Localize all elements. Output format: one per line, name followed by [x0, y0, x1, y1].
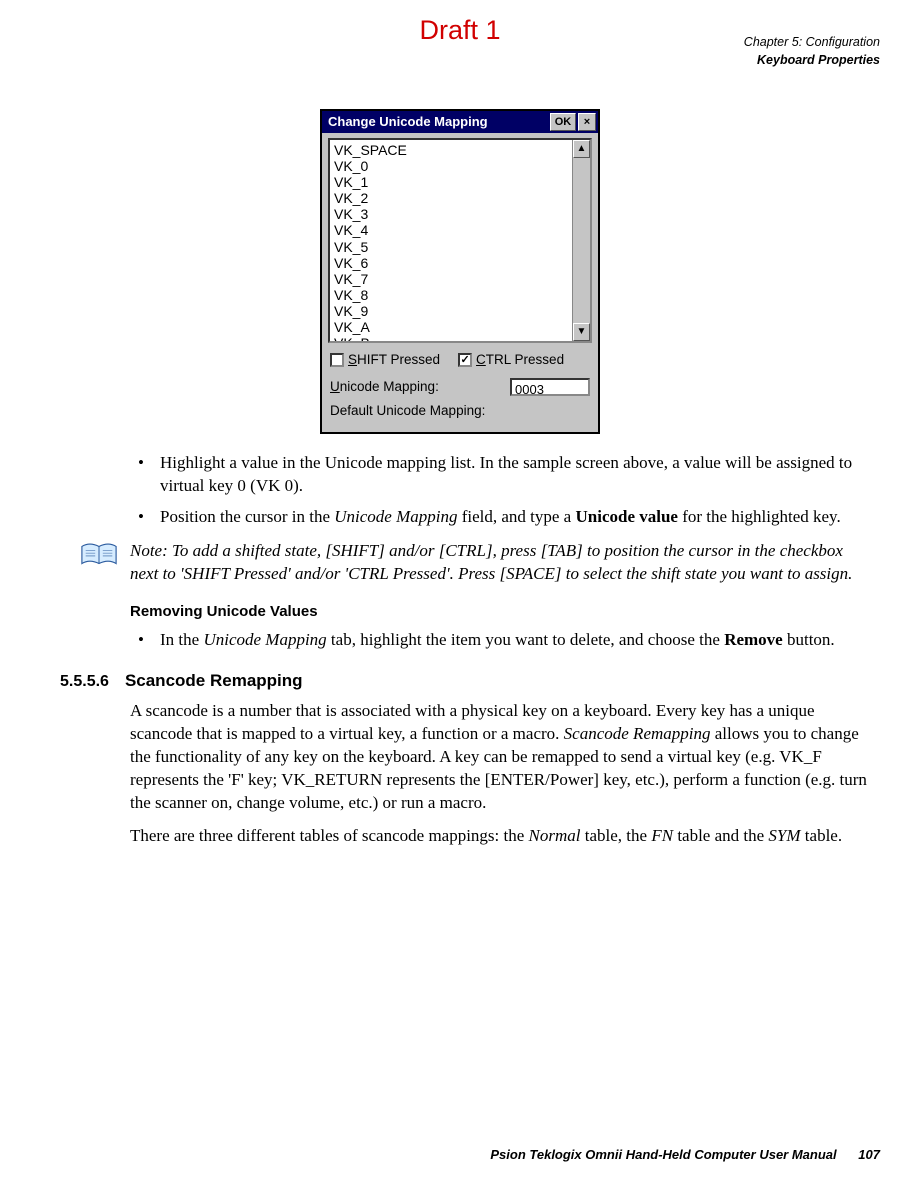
scroll-track[interactable] [573, 158, 590, 323]
list-item[interactable]: VK_0 [334, 158, 568, 174]
scroll-up-icon[interactable]: ▲ [573, 140, 590, 158]
section-number: 5.5.5.6 [60, 671, 109, 693]
list-item[interactable]: VK_2 [334, 190, 568, 206]
list-item[interactable]: VK_SPACE [334, 142, 568, 158]
close-button[interactable]: × [578, 113, 596, 131]
ctrl-pressed-checkbox[interactable]: ✓ [458, 353, 472, 367]
unicode-mapping-input[interactable]: 0003 [510, 378, 590, 396]
list-item[interactable]: VK_A [334, 319, 568, 335]
draft-watermark: Draft 1 [419, 12, 500, 48]
list-item[interactable]: VK_9 [334, 303, 568, 319]
shift-pressed-label: SHIFT Pressed [348, 351, 440, 369]
section-title: Scancode Remapping [125, 670, 303, 693]
bullet-item: Position the cursor in the Unicode Mappi… [130, 506, 870, 529]
vk-listbox[interactable]: VK_SPACE VK_0 VK_1 VK_2 VK_3 VK_4 VK_5 V… [330, 140, 572, 341]
book-icon [80, 542, 118, 568]
bullet-item: In the Unicode Mapping tab, highlight th… [130, 629, 870, 652]
unicode-mapping-label: Unicode Mapping: [330, 378, 439, 396]
note-text: To add a shifted state, [SHIFT] and/or [… [130, 541, 852, 583]
default-mapping-label: Default Unicode Mapping: [330, 402, 485, 420]
list-item[interactable]: VK_5 [334, 239, 568, 255]
page-number: 107 [858, 1147, 880, 1162]
dialog-titlebar: Change Unicode Mapping OK × [322, 111, 598, 133]
ctrl-pressed-label: CTRL Pressed [476, 351, 564, 369]
footer-text: Psion Teklogix Omnii Hand-Held Computer … [490, 1147, 836, 1162]
section-line: Keyboard Properties [40, 52, 880, 70]
list-item[interactable]: VK_4 [334, 222, 568, 238]
note-label: Note: [130, 541, 168, 560]
list-item[interactable]: VK_7 [334, 271, 568, 287]
page-footer: Psion Teklogix Omnii Hand-Held Computer … [490, 1146, 880, 1164]
shift-pressed-checkbox[interactable] [330, 353, 344, 367]
list-item[interactable]: VK_3 [334, 206, 568, 222]
bullet-item: Highlight a value in the Unicode mapping… [130, 452, 870, 498]
list-item[interactable]: VK_B [334, 335, 568, 341]
note-block: Note: To add a shifted state, [SHIFT] an… [80, 540, 870, 586]
ok-button[interactable]: OK [550, 113, 576, 131]
paragraph: A scancode is a number that is associate… [130, 700, 870, 815]
removing-heading: Removing Unicode Values [130, 602, 870, 622]
listbox-scrollbar[interactable]: ▲ ▼ [572, 140, 590, 341]
list-item[interactable]: VK_6 [334, 255, 568, 271]
list-item[interactable]: VK_1 [334, 174, 568, 190]
paragraph: There are three different tables of scan… [130, 825, 870, 848]
dialog-title: Change Unicode Mapping [328, 113, 548, 131]
unicode-mapping-dialog: Change Unicode Mapping OK × VK_SPACE VK_… [320, 109, 600, 434]
list-item[interactable]: VK_8 [334, 287, 568, 303]
scroll-down-icon[interactable]: ▼ [573, 323, 590, 341]
